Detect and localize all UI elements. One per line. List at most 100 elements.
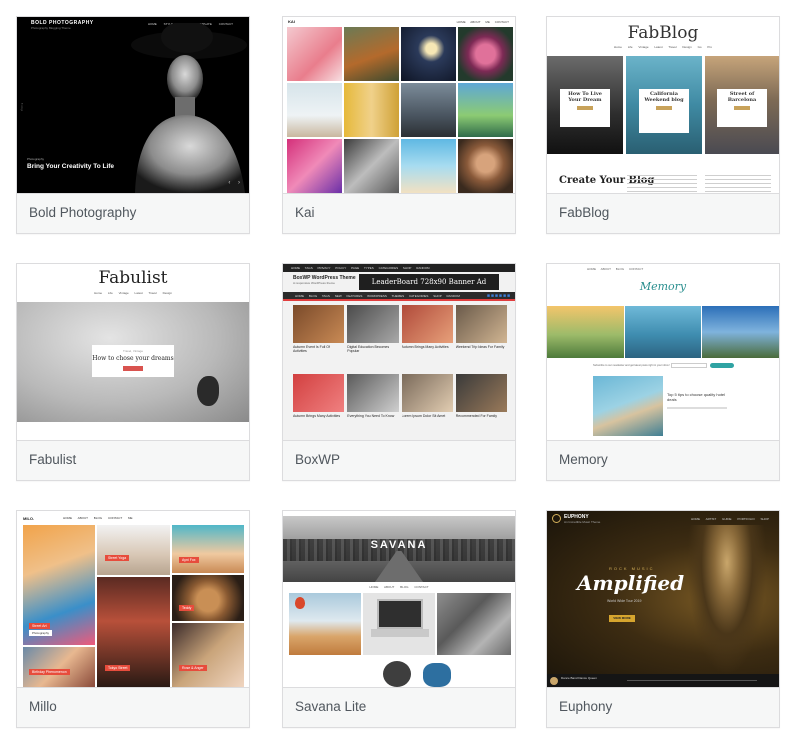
post-item: Recommended For Family [455, 374, 507, 440]
slider-arrows: ‹ › [228, 180, 243, 186]
track-title: Dance Band Dance Queen [561, 676, 597, 680]
post-image [593, 376, 663, 436]
preview-subtitle: World Wide Tour 2019 [607, 599, 642, 603]
post-card: Street of Barcelona [717, 89, 767, 127]
post-title: Lorem Ipsum Dolor Sit Amet [401, 414, 446, 418]
social-icons: ■■■■■■ [486, 293, 511, 299]
theme-screenshot: HOME TAGS PRIVACY POLICY PAGE TYPES CATE… [283, 264, 515, 440]
photo-tile [458, 139, 513, 193]
photo-tile [287, 139, 342, 193]
laptop-screen [377, 599, 423, 629]
photo-tile [287, 27, 342, 81]
read-more-button [656, 106, 672, 110]
post-card: How To Live Your Dream [560, 89, 610, 127]
music-note-icon [552, 514, 561, 523]
post-title: Weekend Trip Ideas For Family [455, 345, 505, 349]
post-title: Recommended For Family [455, 414, 497, 418]
theme-screenshot: SAVANA HOME ABOUT BLOG CONTACT [283, 511, 515, 687]
post-card-title: California Weekend blog [644, 91, 684, 103]
newsletter-input [671, 363, 707, 368]
post-tag: Street Art [29, 623, 50, 629]
laptop-keyboard [371, 629, 429, 637]
post-divider [667, 407, 727, 409]
photo-tile [287, 83, 342, 137]
theme-card-millo[interactable]: MILO. HOME ABOUT BLOG CONTACT ME Street … [16, 510, 250, 728]
preview-nav: HOME ARTIST GUIDE PORTFOLIO SHOP [690, 517, 769, 521]
photo-tile [97, 525, 170, 575]
post-thumbnail [401, 305, 453, 343]
preview-nav: Home Life Vintage Latest Travel Design G… [613, 45, 713, 49]
text-lines [705, 175, 771, 193]
theme-card-kai[interactable]: KAI HOME ABOUT ME CONTACT Kai [282, 16, 516, 234]
balloon-image [295, 597, 305, 609]
post-thumbnail [347, 374, 399, 412]
theme-screenshot: KAI HOME ABOUT ME CONTACT [283, 17, 515, 193]
theme-name: Fabulist [17, 440, 249, 480]
top-nav: HOME TAGS PRIVACY POLICY PAGE TYPES CATE… [291, 266, 430, 270]
theme-card-fabblog[interactable]: FabBlog Home Life Vintage Latest Travel … [546, 16, 780, 234]
post-card-title: How To Live Your Dream [568, 91, 602, 103]
theme-card-bold-photography[interactable]: BOLD PHOTOGRAPHY Photography Blogging Th… [16, 16, 250, 234]
post-card: California Weekend blog [639, 89, 689, 133]
post-item: Digital Education Becomes Popular [347, 305, 399, 371]
photo-tile [401, 83, 456, 137]
track-avatar [550, 677, 558, 685]
read-more-button [734, 106, 750, 110]
theme-card-savana-lite[interactable]: SAVANA HOME ABOUT BLOG CONTACT Savana Li… [282, 510, 516, 728]
preview-logo: MILO. [23, 516, 35, 521]
photo-tile [401, 139, 456, 193]
theme-name: Bold Photography [17, 193, 249, 233]
text-lines [627, 175, 697, 193]
theme-name: FabBlog [547, 193, 779, 233]
post-item: Weekend Trip Ideas For Family [455, 305, 507, 371]
theme-card-memory[interactable]: HOME ABOUT BLOG CONTACT Memory Subscribe… [546, 263, 780, 481]
photo-tile [401, 27, 456, 81]
preview-tagline: A responsive WordPress theme [293, 281, 335, 285]
preview-logo: KAI [288, 19, 295, 24]
theme-name: Savana Lite [283, 687, 515, 727]
theme-screenshot: FabBlog Home Life Vintage Latest Travel … [547, 17, 779, 193]
post-title: Autumn Event Is Full Of Activities [293, 345, 330, 353]
post-tag: Teddy [179, 605, 195, 611]
post-card-title: Street of Barcelona [727, 91, 757, 103]
social-links: f t in p [20, 103, 24, 112]
post-title: Digital Education Becomes Popular [347, 345, 390, 353]
post-item: Autumn Brings Many Activities [401, 305, 453, 371]
photo-tile [172, 623, 244, 687]
preview-nav: HOME ABOUT ME CONTACT [456, 20, 509, 24]
post-thumbnail [455, 374, 507, 412]
post-tag: Tokyo Street [105, 665, 131, 671]
theme-card-fabulist[interactable]: Fabulist Home Life Vintage Latest Travel… [16, 263, 250, 481]
main-nav-labels: HOME BLOG TAGS NEW FEATURES WORDPRESS TH… [295, 294, 460, 298]
post-title: Top 5 tips to choose quality hotel deals [667, 392, 726, 402]
photo-tile [23, 647, 95, 687]
post-title: Autumn Brings Many Activities [401, 345, 449, 349]
post-tag: Rose & Anger [179, 665, 207, 671]
preview-nav: Home Life Vintage Latest Travel Design [94, 291, 172, 295]
newsletter-text: Subscribe to our newsletter and get late… [593, 364, 670, 367]
photo-tile [458, 83, 513, 137]
post-title: How to chose your dreams [92, 355, 174, 362]
featured-strip [547, 306, 779, 358]
singer-image [687, 525, 767, 675]
theme-screenshot: MILO. HOME ABOUT BLOG CONTACT ME Street … [17, 511, 249, 687]
post-thumbnail [293, 374, 345, 412]
theme-screenshot: BOLD PHOTOGRAPHY Photography Blogging Th… [17, 17, 249, 193]
post-tag: Street Yoga [105, 555, 130, 561]
theme-card-euphony[interactable]: EUPHONY An Incredible Music Theme HOME A… [546, 510, 780, 728]
preview-kicker: Photography [27, 157, 45, 161]
post-category: Travel, Vintage [122, 349, 143, 353]
track-progress [627, 680, 757, 681]
preview-nav: HOME ABOUT BLOG CONTACT [587, 267, 644, 271]
theme-screenshot: HOME ABOUT BLOG CONTACT Memory Subscribe… [547, 264, 779, 440]
post-sub-tag: Photography [29, 630, 53, 636]
photo-tile [172, 575, 244, 621]
theme-name: BoxWP [283, 440, 515, 480]
thumbnail-image [423, 663, 451, 687]
theme-card-boxwp[interactable]: HOME TAGS PRIVACY POLICY PAGE TYPES CATE… [282, 263, 516, 481]
thumbnail-image [383, 661, 411, 687]
photo-tile [344, 27, 399, 81]
preview-headline: Bring Your Creativity To Life [27, 163, 115, 170]
post-thumbnail [401, 374, 453, 412]
read-more-button [123, 366, 143, 371]
